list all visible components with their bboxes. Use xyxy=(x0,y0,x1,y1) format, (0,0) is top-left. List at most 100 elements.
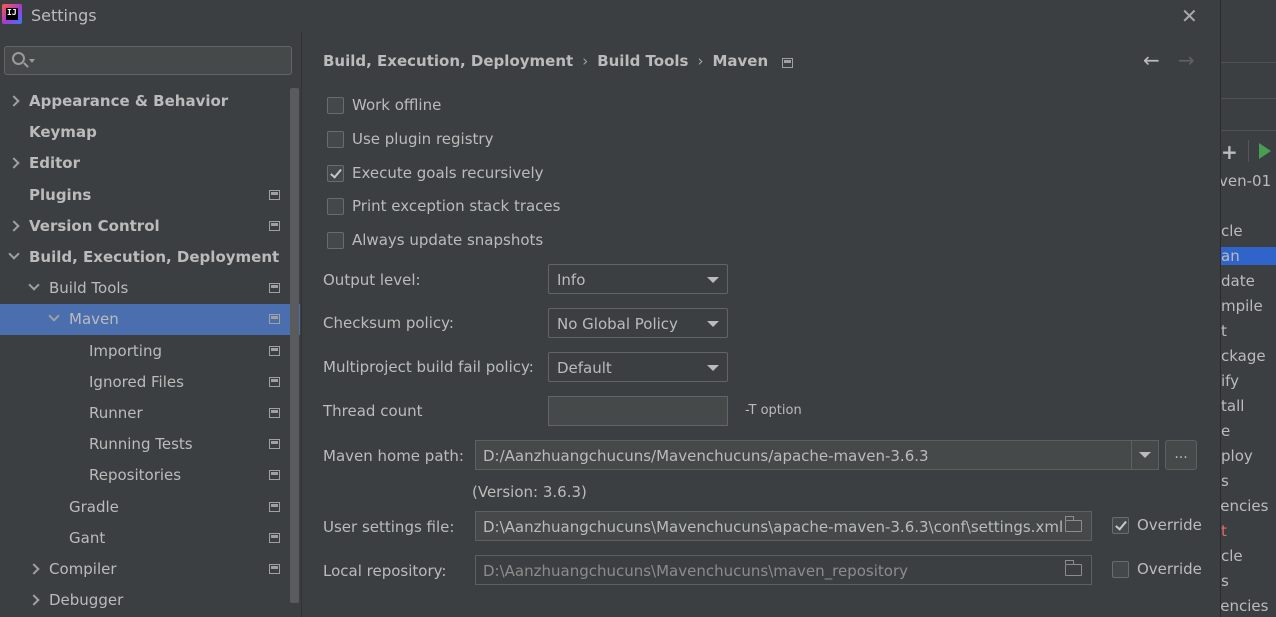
sidebar-item-appearance-behavior[interactable]: Appearance & Behavior xyxy=(0,86,300,117)
user-settings-field[interactable]: D:\Aanzhuangchucuns\Mavenchucuns\apache-… xyxy=(475,511,1092,541)
project-level-icon xyxy=(269,564,280,574)
search-box[interactable] xyxy=(4,46,292,75)
sidebar-item-gradle[interactable]: Gradle xyxy=(0,492,300,523)
folder-icon[interactable] xyxy=(1065,516,1082,532)
search-input[interactable] xyxy=(37,50,287,71)
chevron-right-icon[interactable] xyxy=(28,563,40,575)
intellij-app-icon: IJ xyxy=(2,4,22,24)
background-maven-lifecycle-item: s xyxy=(1221,572,1229,590)
sidebar-item-build-tools[interactable]: Build Tools xyxy=(0,273,300,304)
maven-home-combobox[interactable]: D:/Aanzhuangchucuns/Mavenchucuns/apache-… xyxy=(475,440,1159,470)
maven-home-browse-button[interactable]: ... xyxy=(1165,440,1197,470)
chevron-down-icon[interactable] xyxy=(48,310,60,323)
project-level-icon xyxy=(269,283,280,294)
sidebar-item-label: Plugins xyxy=(29,185,92,204)
sidebar-item-label: Importing xyxy=(89,341,162,360)
checksum-policy-dropdown[interactable]: No Global Policy xyxy=(548,308,728,338)
settings-sidebar: Appearance & Behavior Keymap Editor Plugins… xyxy=(0,32,302,617)
sidebar-item-runner[interactable]: Runner xyxy=(0,398,300,429)
sidebar-item-compiler[interactable]: Compiler xyxy=(0,554,300,585)
background-maven-lifecycle-item: an xyxy=(1221,247,1276,265)
user-settings-label: User settings file: xyxy=(323,518,455,536)
local-repository-override-checkbox[interactable] xyxy=(1112,561,1129,578)
search-options-chevron-icon[interactable] xyxy=(29,59,35,63)
breadcrumb-item: Build, Execution, Deployment xyxy=(323,52,574,70)
sidebar-item-keymap[interactable]: Keymap xyxy=(0,117,300,148)
project-level-icon xyxy=(269,189,280,200)
sidebar-item-plugins[interactable]: Plugins xyxy=(0,180,300,211)
project-level-icon xyxy=(269,501,280,512)
chevron-down-icon[interactable] xyxy=(28,279,40,291)
folder-icon[interactable] xyxy=(1065,560,1082,576)
chevron-right-icon[interactable] xyxy=(8,95,20,107)
sidebar-item-label: Version Control xyxy=(29,216,160,235)
background-maven-lifecycle-item: t xyxy=(1221,522,1227,540)
sidebar-item-label: Appearance & Behavior xyxy=(29,92,229,110)
chevron-down-icon xyxy=(707,277,719,283)
sidebar-item-label: Compiler xyxy=(49,560,117,578)
thread-count-input[interactable] xyxy=(548,396,728,426)
chevron-down-icon xyxy=(707,365,719,371)
sidebar-item-label: Maven xyxy=(69,310,119,329)
local-repository-label: Local repository: xyxy=(323,562,447,580)
sidebar-item-editor[interactable]: Editor xyxy=(0,148,300,179)
always-update-snapshots-checkbox[interactable] xyxy=(327,232,344,249)
sidebar-item-repositories[interactable]: Repositories xyxy=(0,460,300,491)
close-icon[interactable]: ✕ xyxy=(1181,4,1198,28)
breadcrumb-item: Build Tools xyxy=(597,52,689,70)
background-maven-lifecycle-item: s xyxy=(1221,472,1229,490)
sidebar-item-ignored-files[interactable]: Ignored Files xyxy=(0,367,300,398)
sidebar-item-label: Runner xyxy=(89,404,143,422)
run-icon xyxy=(1259,143,1271,159)
use-plugin-registry-checkbox[interactable] xyxy=(327,131,344,148)
background-maven-lifecycle-item: e xyxy=(1221,422,1231,440)
chevron-right-icon[interactable] xyxy=(8,157,20,170)
output-level-label: Output level: xyxy=(323,271,421,289)
sidebar-item-running-tests[interactable]: Running Tests xyxy=(0,429,300,460)
print-exception-stack-traces-checkbox[interactable] xyxy=(327,198,344,215)
background-maven-lifecycle-item: ify xyxy=(1221,372,1240,390)
background-maven-lifecycle-item: ven-01 xyxy=(1220,172,1272,190)
background-maven-lifecycle-item: tall xyxy=(1221,397,1245,415)
chevron-down-icon xyxy=(707,321,719,327)
sidebar-item-version-control[interactable]: Version Control xyxy=(0,211,300,242)
output-level-dropdown[interactable]: Info xyxy=(548,264,728,294)
multiproject-policy-dropdown[interactable]: Default xyxy=(548,352,728,382)
sidebar-scrollbar[interactable] xyxy=(290,88,299,603)
sidebar-item-label: Debugger xyxy=(49,591,124,610)
local-repository-field[interactable]: D:\Aanzhuangchucuns\Mavenchucuns\maven_r… xyxy=(475,555,1092,585)
sidebar-item-label: Running Tests xyxy=(89,435,193,454)
sidebar-item-maven[interactable]: Maven xyxy=(0,304,300,336)
sidebar-item-gant[interactable]: Gant xyxy=(0,523,300,554)
project-level-icon xyxy=(269,439,280,450)
chevron-down-icon[interactable] xyxy=(1131,441,1158,469)
multiproject-policy-label: Multiproject build fail policy: xyxy=(323,358,534,376)
thread-count-label: Thread count xyxy=(323,402,423,420)
chevron-right-icon[interactable] xyxy=(28,594,40,606)
project-level-icon xyxy=(269,532,280,543)
project-level-icon xyxy=(269,220,280,231)
sidebar-item-debugger[interactable]: Debugger xyxy=(0,585,300,616)
window-title: Settings xyxy=(31,6,97,25)
sidebar-item-label: Ignored Files xyxy=(89,372,184,391)
user-settings-override-checkbox[interactable] xyxy=(1112,517,1129,534)
background-maven-lifecycle-item: ploy xyxy=(1221,447,1253,465)
execute-goals-recursively-checkbox[interactable] xyxy=(327,165,344,182)
sidebar-item-label: Editor xyxy=(29,154,80,173)
chevron-right-icon[interactable] xyxy=(8,220,20,232)
sidebar-item-label: Build, Execution, Deployment xyxy=(29,248,280,266)
sidebar-item-importing[interactable]: Importing xyxy=(0,336,300,367)
project-level-icon xyxy=(269,345,280,356)
chevron-down-icon[interactable] xyxy=(8,248,20,260)
background-maven-panel: + ven-01 cle an date mpile t ckage ify tall e ploy… xyxy=(1220,0,1276,617)
breadcrumb: Build, Execution, Deployment › Build Tools… xyxy=(323,52,794,70)
project-level-icon xyxy=(269,376,280,387)
project-level-icon xyxy=(269,408,280,418)
breadcrumb-item: Maven xyxy=(712,52,769,70)
sidebar-item-build-execution-deployment[interactable]: Build, Execution, Deployment xyxy=(0,242,300,273)
project-level-icon xyxy=(269,314,280,325)
checksum-policy-label: Checksum policy: xyxy=(323,314,454,332)
back-arrow-icon[interactable]: ← xyxy=(1143,48,1160,72)
project-level-icon xyxy=(782,58,794,68)
work-offline-checkbox[interactable] xyxy=(327,97,344,114)
